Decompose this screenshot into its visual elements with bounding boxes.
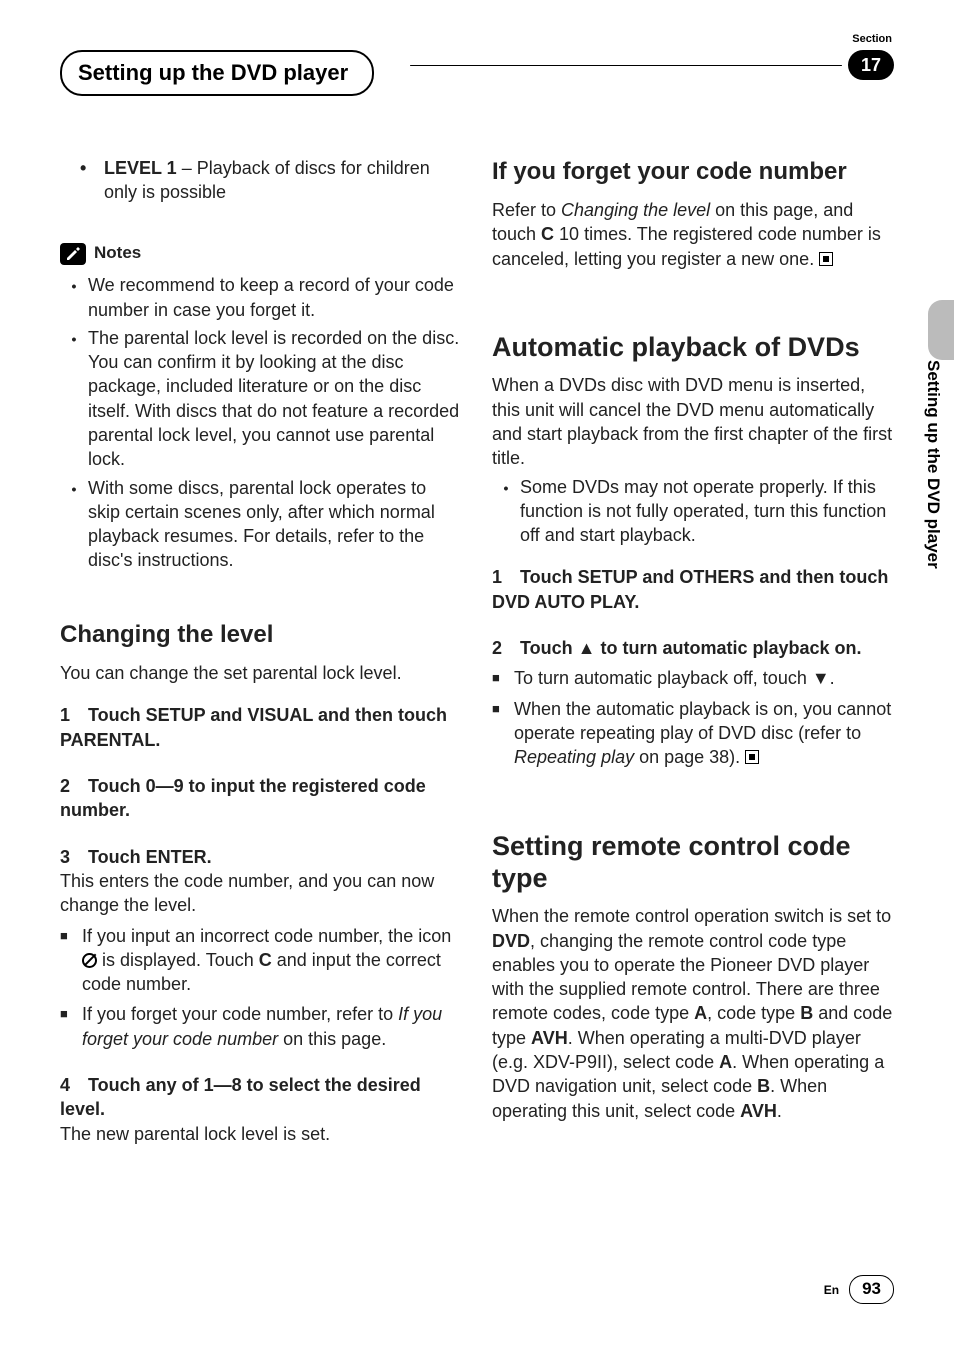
side-tab: [928, 300, 954, 360]
page-header: Setting up the DVD player Section 17: [60, 50, 894, 96]
note-text: The parental lock level is recorded on t…: [88, 326, 462, 472]
level1-label: LEVEL 1: [104, 158, 177, 178]
step-3: 3Touch ENTER.: [60, 845, 462, 869]
heading-changing-level: Changing the level: [60, 619, 462, 651]
heading-auto-playback: Automatic playback of DVDs: [492, 331, 894, 363]
t: When the automatic playback is on, you c…: [514, 699, 891, 743]
right-column: If you forget your code number Refer to …: [492, 156, 894, 1146]
header-rule: [410, 65, 842, 66]
heading-forget-code: If you forget your code number: [492, 156, 894, 188]
t: If you input an incorrect code number, t…: [82, 926, 451, 946]
prohibit-icon: [82, 953, 97, 968]
end-mark-icon: [819, 252, 833, 266]
auto-step-2: 2Touch ▲ to turn automatic playback on.: [492, 636, 894, 660]
list-item: ■ If you forget your code number, refer …: [60, 1002, 462, 1051]
footer-page-number: 93: [849, 1275, 894, 1304]
list-item: ■ If you input an incorrect code number,…: [60, 924, 462, 997]
side-tab-label: Setting up the DVD player: [921, 360, 944, 569]
step-1: 1Touch SETUP and VISUAL and then touch P…: [60, 703, 462, 752]
list-item: ■When the automatic playback is on, you …: [492, 697, 894, 770]
t: C: [259, 950, 272, 970]
heading-remote-code: Setting remote control code type: [492, 830, 894, 895]
list-item: •We recommend to keep a record of your c…: [60, 273, 462, 322]
step-2: 2Touch 0—9 to input the registered code …: [60, 774, 462, 823]
note-text: With some discs, parental lock operates …: [88, 476, 462, 573]
note-text: We recommend to keep a record of your co…: [88, 273, 462, 322]
t: To turn automatic playback off, touch ▼.: [514, 666, 835, 690]
auto-step-1: 1Touch SETUP and OTHERS and then touch D…: [492, 565, 894, 614]
notes-header: Notes: [60, 242, 462, 265]
t: on this page.: [278, 1029, 386, 1049]
notes-label: Notes: [94, 242, 141, 265]
header-title: Setting up the DVD player: [78, 60, 348, 85]
auto-intro: When a DVDs disc with DVD menu is insert…: [492, 373, 894, 470]
step-4-body: The new parental lock level is set.: [60, 1122, 462, 1146]
left-column: • LEVEL 1 – Playback of discs for childr…: [60, 156, 462, 1146]
footer-language: En: [824, 1282, 839, 1298]
intro-text: You can change the set parental lock lev…: [60, 661, 462, 685]
t: on page 38).: [634, 747, 740, 767]
list-item: ■To turn automatic playback off, touch ▼…: [492, 666, 894, 690]
t: is displayed. Touch: [97, 950, 259, 970]
t: Some DVDs may not operate properly. If t…: [520, 475, 894, 548]
list-item: • LEVEL 1 – Playback of discs for childr…: [80, 156, 462, 205]
remote-body: When the remote control operation switch…: [492, 904, 894, 1123]
page-footer: En 93: [824, 1275, 894, 1304]
t: If you forget your code number, refer to: [82, 1004, 398, 1024]
list-item: •With some discs, parental lock operates…: [60, 476, 462, 573]
t: Repeating play: [514, 747, 634, 767]
forget-body: Refer to Changing the level on this page…: [492, 198, 894, 271]
section-number-badge: 17: [848, 50, 894, 80]
step-3-body: This enters the code number, and you can…: [60, 869, 462, 918]
header-title-pill: Setting up the DVD player: [60, 50, 374, 96]
step-4: 4Touch any of 1—8 to select the desired …: [60, 1073, 462, 1122]
notes-icon: [60, 243, 86, 265]
section-label: Section: [852, 32, 892, 47]
end-mark-icon: [745, 750, 759, 764]
list-item: •Some DVDs may not operate properly. If …: [492, 475, 894, 548]
list-item: •The parental lock level is recorded on …: [60, 326, 462, 472]
